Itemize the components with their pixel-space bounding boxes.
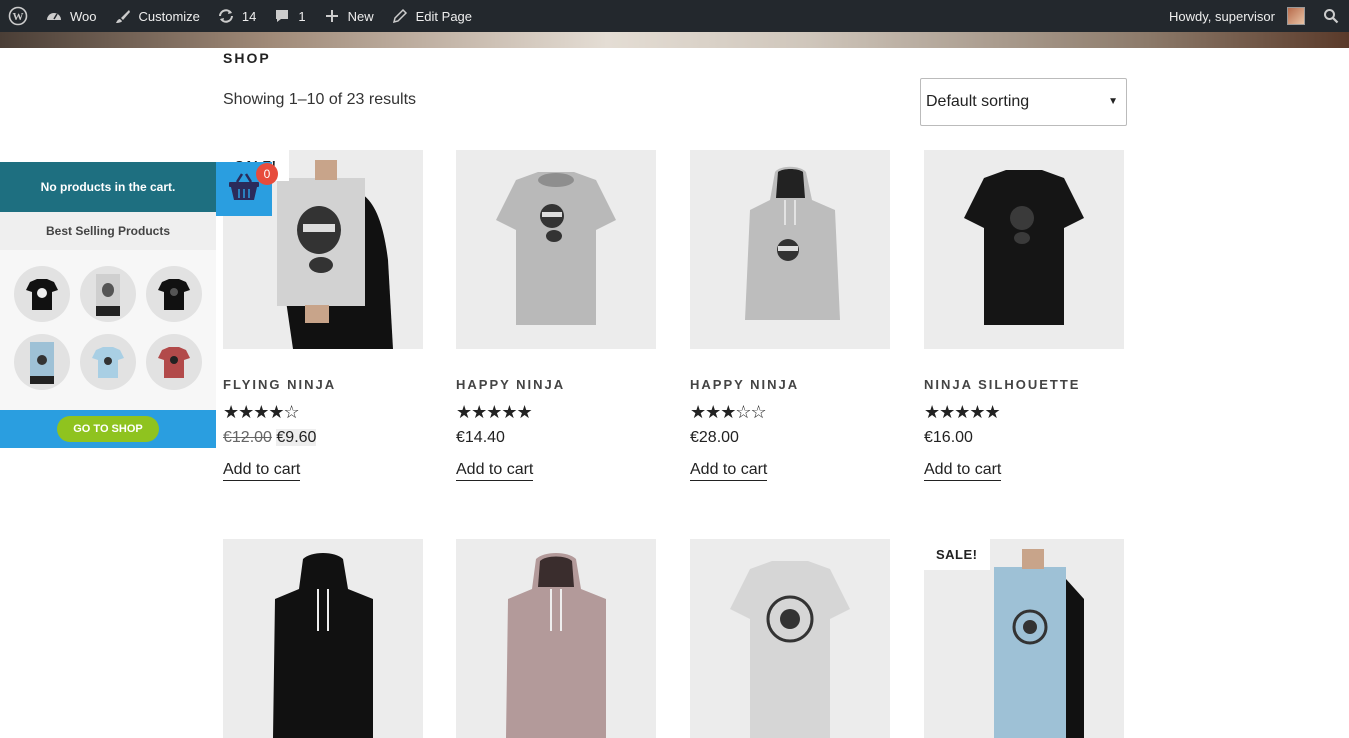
customize-label: Customize (138, 8, 200, 24)
add-to-cart-button[interactable]: Add to cart (924, 461, 1002, 481)
comment-icon (272, 6, 292, 26)
admin-bar-right: Howdy, supervisor (1161, 0, 1349, 32)
page-title: SHOP (223, 50, 271, 66)
sorting-value: Default sorting (926, 93, 1030, 110)
product-card[interactable]: HAPPY NINJA ★★★★★ €14.40 Add to cart (456, 150, 656, 481)
product-card[interactable] (456, 539, 656, 738)
product-image[interactable] (456, 150, 656, 349)
best-seller-thumb[interactable] (146, 266, 202, 322)
best-seller-thumb[interactable] (14, 334, 70, 390)
edit-page-label: Edit Page (415, 8, 473, 24)
best-seller-thumb[interactable] (146, 334, 202, 390)
search-button[interactable] (1313, 0, 1349, 32)
my-account-menu[interactable]: Howdy, supervisor (1161, 0, 1313, 32)
customize-link[interactable]: Customize (105, 0, 208, 32)
product-image[interactable] (924, 150, 1124, 349)
star-rating: ★★★★☆ (223, 402, 300, 422)
updates-icon (216, 6, 236, 26)
product-card[interactable]: SALE! (924, 539, 1124, 738)
best-seller-thumb[interactable] (14, 266, 70, 322)
sorting-select[interactable]: Default sorting ▼ (920, 78, 1127, 126)
cart-footer: GO TO SHOP (0, 410, 216, 448)
search-icon (1321, 6, 1341, 26)
sale-price: €9.60 (276, 429, 317, 446)
admin-bar: W Woo Customize 14 1 New Edit Page Howdy… (0, 0, 1349, 32)
howdy-label: Howdy, supervisor (1169, 8, 1275, 24)
product-card[interactable] (690, 539, 890, 738)
best-seller-thumb[interactable] (80, 334, 136, 390)
star-rating: ★★★★★ (456, 402, 533, 422)
go-to-shop-button[interactable]: GO TO SHOP (57, 416, 159, 442)
product-image[interactable] (456, 539, 656, 738)
product-title[interactable]: FLYING NINJA (223, 377, 423, 392)
product-card[interactable]: HAPPY NINJA ★★★☆☆ €28.00 Add to cart (690, 150, 890, 481)
add-to-cart-button[interactable]: Add to cart (223, 461, 301, 481)
site-name-menu[interactable]: Woo (36, 0, 105, 32)
product-title[interactable]: NINJA SILHOUETTE (924, 377, 1124, 392)
new-content-menu[interactable]: New (314, 0, 382, 32)
plus-icon (322, 6, 342, 26)
product-image[interactable]: SALE! (924, 539, 1124, 738)
comments-count: 1 (298, 8, 306, 24)
result-count: Showing 1–10 of 23 results (223, 91, 417, 108)
paintbrush-icon (113, 6, 133, 26)
header-image (0, 32, 1349, 48)
cart-empty-message: No products in the cart. (0, 162, 216, 212)
star-rating: ★★★☆☆ (690, 402, 767, 422)
product-card[interactable] (223, 539, 423, 738)
star-rating: ★★★★★ (924, 402, 1001, 422)
pencil-icon (390, 6, 410, 26)
dropdown-arrow-icon: ▼ (1108, 96, 1118, 107)
dashboard-icon (44, 6, 64, 26)
product-price: €28.00 (690, 429, 739, 446)
sale-badge: SALE! (924, 539, 990, 570)
avatar (1287, 7, 1305, 25)
wordpress-logo-button[interactable]: W (0, 0, 36, 32)
product-image[interactable] (690, 539, 890, 738)
comments-link[interactable]: 1 (264, 0, 313, 32)
product-title[interactable]: HAPPY NINJA (456, 377, 656, 392)
product-price: €12.00 €9.60 (223, 429, 423, 447)
best-selling-heading: Best Selling Products (0, 212, 216, 250)
add-to-cart-button[interactable]: Add to cart (690, 461, 768, 481)
new-label: New (347, 8, 374, 24)
updates-link[interactable]: 14 (208, 0, 264, 32)
product-card[interactable]: NINJA SILHOUETTE ★★★★★ €16.00 Add to car… (924, 150, 1124, 481)
edit-page-link[interactable]: Edit Page (382, 0, 480, 32)
product-title[interactable]: HAPPY NINJA (690, 377, 890, 392)
product-price: €14.40 (456, 429, 505, 446)
add-to-cart-button[interactable]: Add to cart (456, 461, 534, 481)
side-cart-panel: No products in the cart. Best Selling Pr… (0, 162, 216, 448)
best-seller-thumb[interactable] (80, 266, 136, 322)
product-price: €16.00 (924, 429, 973, 446)
svg-text:W: W (13, 11, 24, 23)
wordpress-icon: W (8, 6, 28, 26)
product-image[interactable] (690, 150, 890, 349)
product-image[interactable] (223, 539, 423, 738)
site-name-label: Woo (70, 8, 97, 24)
cart-count-badge: 0 (256, 163, 278, 185)
updates-count: 14 (241, 8, 257, 24)
regular-price: €12.00 (223, 429, 272, 446)
